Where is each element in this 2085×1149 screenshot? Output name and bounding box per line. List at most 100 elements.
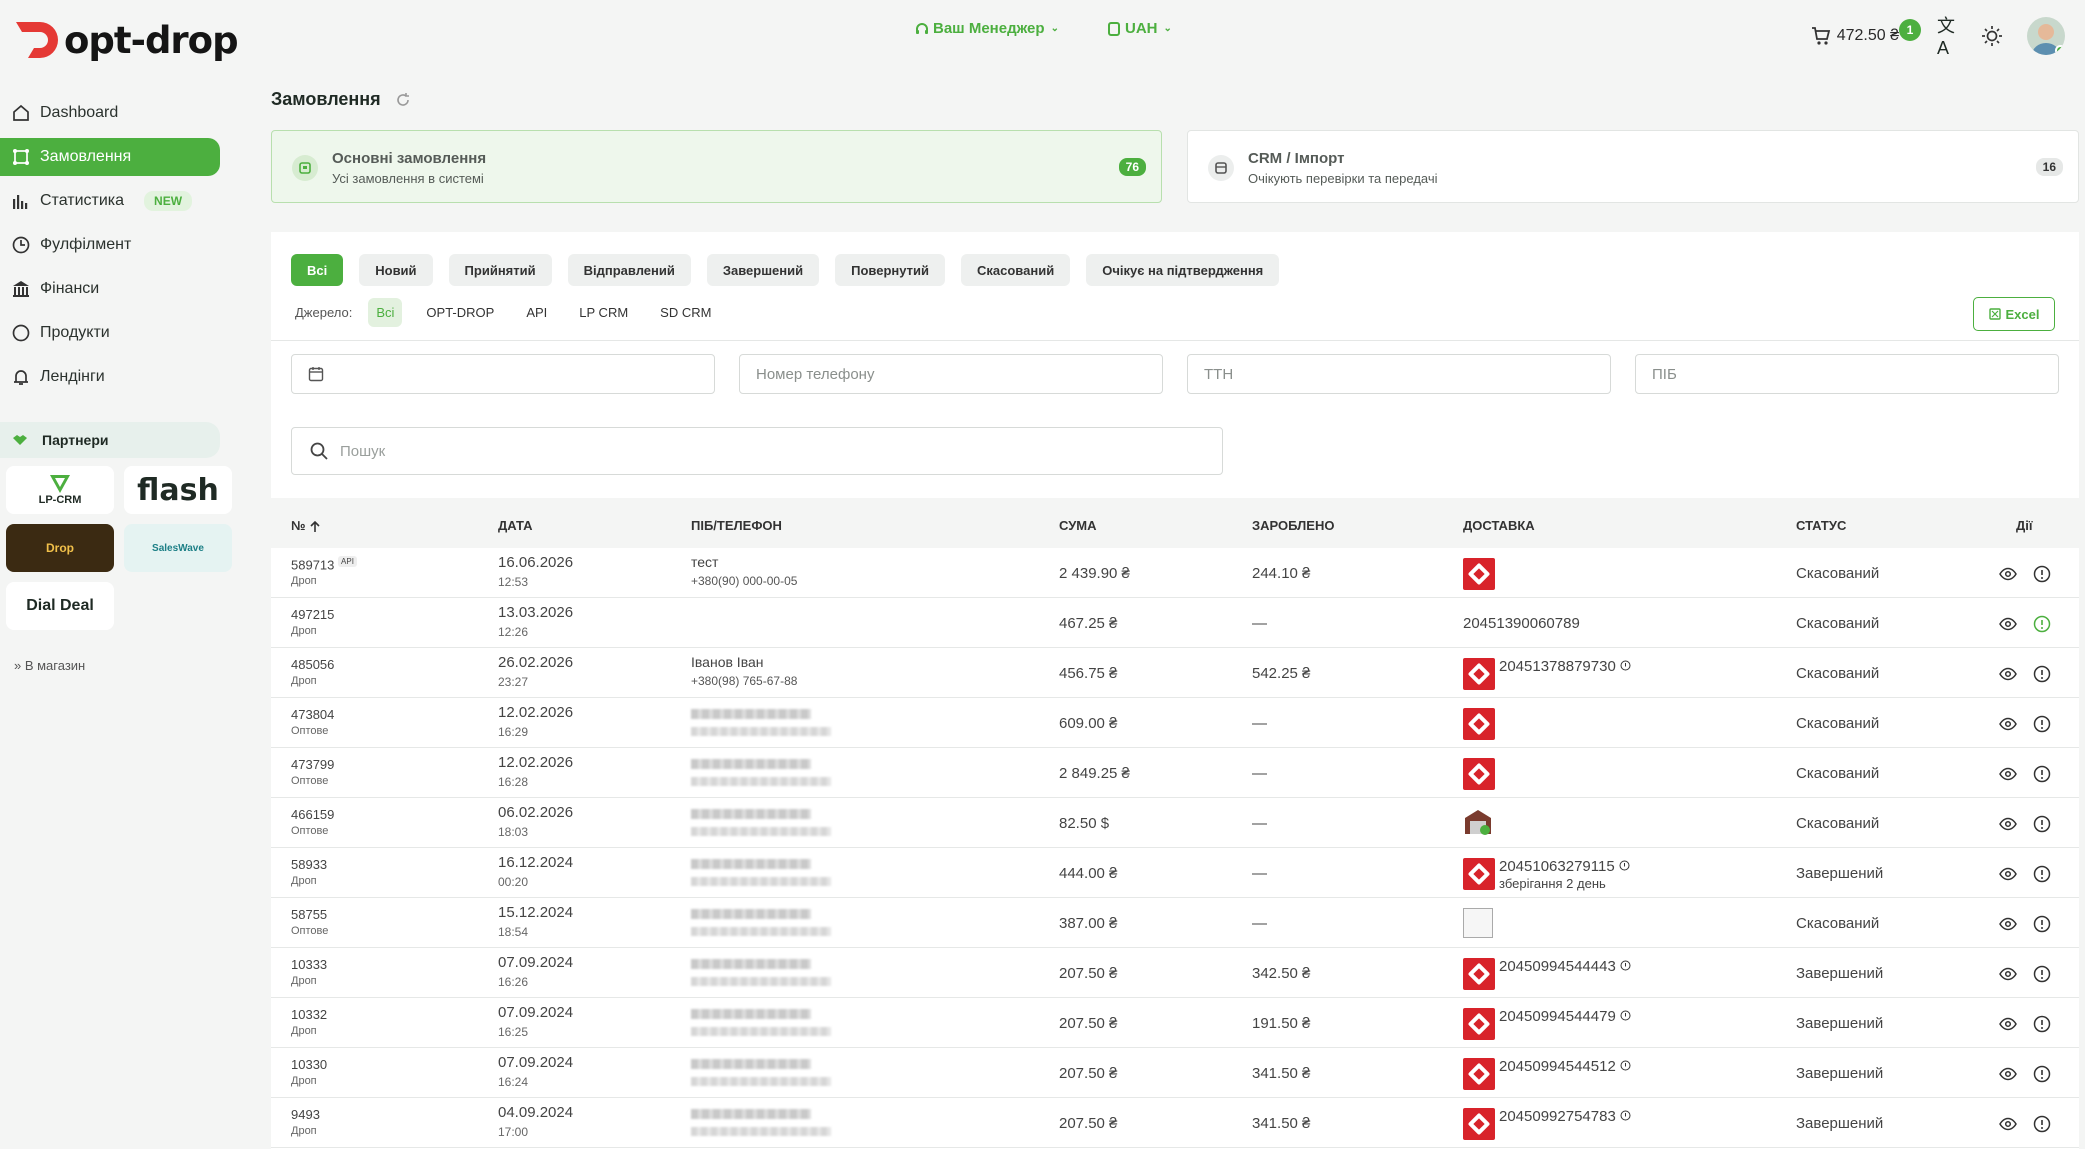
search-input[interactable]: Пошук (291, 427, 1223, 475)
manager-dropdown[interactable]: Ваш Менеджер ⌄ (915, 20, 1059, 37)
view-icon[interactable] (1999, 915, 2017, 937)
table-row[interactable]: 9493 Дроп 04.09.2024 17:00 207.50 ₴ 341.50 ₴ 2… (271, 1098, 2079, 1148)
ttn-number[interactable]: 20451390060789 (1463, 615, 1580, 632)
avatar[interactable] (2027, 16, 2065, 55)
partner-saleswave-logo[interactable]: SalesWave (124, 524, 232, 572)
ttn-number[interactable]: 20451063279115 (1499, 858, 1615, 875)
table-row[interactable]: 485056 Дроп 26.02.2026 23:27 Іванов Іван +380… (271, 648, 2079, 698)
info-icon[interactable] (2033, 965, 2051, 987)
source-api[interactable]: API (518, 298, 555, 327)
tab-all[interactable]: Всі (291, 254, 344, 286)
sidebar-item-statistics[interactable]: Статистика NEW (0, 182, 230, 220)
view-icon[interactable] (1999, 1115, 2017, 1137)
main-orders-card[interactable]: Основні замовлення Усі замовлення в сист… (271, 130, 1162, 203)
info-icon[interactable] (2033, 615, 2051, 637)
date-range-field[interactable] (291, 354, 715, 394)
cart-button[interactable]: 472.50 ₴ 1 (1811, 18, 1921, 46)
table-row[interactable]: 466159 Оптове 06.02.2026 18:03 82.50 $ — Скасо… (271, 798, 2079, 848)
col-num[interactable]: № (291, 518, 321, 533)
order-number[interactable]: 589713 (291, 557, 334, 572)
table-row[interactable]: 58933 Дроп 16.12.2024 00:20 444.00 ₴ — 2045106… (271, 848, 2079, 898)
tab-returned[interactable]: Повернутий (835, 254, 946, 286)
info-icon[interactable] (2033, 1115, 2051, 1137)
info-icon[interactable] (2033, 565, 2051, 587)
order-number[interactable]: 10333 (291, 957, 327, 972)
name-field[interactable]: ПІБ (1635, 354, 2059, 394)
theme-toggle-icon[interactable] (1981, 25, 2003, 47)
sidebar-item-finance[interactable]: Фінанси (0, 270, 230, 308)
sidebar-item-orders[interactable]: Замовлення (0, 138, 220, 176)
order-number[interactable]: 497215 (291, 607, 334, 622)
view-icon[interactable] (1999, 1015, 2017, 1037)
partners-section[interactable]: Партнери (0, 422, 220, 458)
table-row[interactable]: 10332 Дроп 07.09.2024 16:25 207.50 ₴ 191.50 ₴… (271, 998, 2079, 1048)
view-icon[interactable] (1999, 765, 2017, 787)
view-icon[interactable] (1999, 815, 2017, 837)
table-row[interactable]: 473799 Оптове 12.02.2026 16:28 2 849.25 ₴ — Ск… (271, 748, 2079, 798)
excel-export-button[interactable]: Excel (1973, 297, 2055, 331)
ttn-number[interactable]: 20450994544512 (1499, 1058, 1616, 1075)
ttn-field[interactable]: ТТН (1187, 354, 1611, 394)
partner-dial-deal-logo[interactable]: Dial Deal (6, 582, 114, 630)
table-row[interactable]: 58755 Оптове 15.12.2024 18:54 387.00 ₴ — Скасо… (271, 898, 2079, 948)
ttn-info-icon[interactable] (1619, 860, 1630, 871)
table-row[interactable]: 497215 Дроп 13.03.2026 12:26 467.25 ₴ — 204513… (271, 598, 2079, 648)
ttn-number[interactable]: 20450994544443 (1499, 958, 1616, 975)
partner-lp-crm-logo[interactable]: LP-CRM (6, 466, 114, 514)
info-icon[interactable] (2033, 715, 2051, 737)
order-number[interactable]: 485056 (291, 657, 334, 672)
order-number[interactable]: 10330 (291, 1057, 327, 1072)
table-row[interactable]: 473804 Оптове 12.02.2026 16:29 609.00 ₴ — Скас… (271, 698, 2079, 748)
ttn-info-icon[interactable] (1620, 660, 1631, 671)
sidebar-item-products[interactable]: Продукти (0, 314, 230, 352)
view-icon[interactable] (1999, 865, 2017, 887)
view-icon[interactable] (1999, 615, 2017, 637)
view-icon[interactable] (1999, 965, 2017, 987)
info-icon[interactable] (2033, 815, 2051, 837)
ttn-info-icon[interactable] (1620, 1110, 1631, 1121)
info-icon[interactable] (2033, 1065, 2051, 1087)
source-lp-crm[interactable]: LP CRM (571, 298, 636, 327)
info-icon[interactable] (2033, 665, 2051, 687)
sidebar-item-landings[interactable]: Лендінги (0, 358, 230, 396)
partner-drop-logo[interactable]: Drop (6, 524, 114, 572)
order-number[interactable]: 9493 (291, 1107, 320, 1122)
order-number[interactable]: 466159 (291, 807, 334, 822)
logo[interactable]: opt-drop (14, 18, 239, 62)
order-number[interactable]: 10332 (291, 1007, 327, 1022)
phone-field[interactable]: Номер телефону (739, 354, 1163, 394)
partner-flash-logo[interactable]: flash (124, 466, 232, 514)
tab-cancelled[interactable]: Скасований (961, 254, 1071, 286)
info-icon[interactable] (2033, 865, 2051, 887)
to-store-link[interactable]: » В магазин (14, 658, 240, 673)
source-opt-drop[interactable]: OPT-DROP (418, 298, 502, 327)
ttn-info-icon[interactable] (1620, 1010, 1631, 1021)
table-row[interactable]: 589713 API Дроп 16.06.2026 12:53 тест +380(90… (271, 548, 2079, 598)
tab-completed[interactable]: Завершений (706, 254, 820, 286)
tab-new[interactable]: Новий (359, 254, 433, 286)
tab-accepted[interactable]: Прийнятий (448, 254, 552, 286)
sidebar-item-dashboard[interactable]: Dashboard (0, 94, 230, 132)
view-icon[interactable] (1999, 665, 2017, 687)
ttn-info-icon[interactable] (1620, 960, 1631, 971)
view-icon[interactable] (1999, 565, 2017, 587)
ttn-number[interactable]: 20450994544479 (1499, 1008, 1616, 1025)
order-number[interactable]: 473799 (291, 757, 334, 772)
tab-sent[interactable]: Відправлений (567, 254, 691, 286)
tab-awaiting-confirmation[interactable]: Очікує на підтвердження (1086, 254, 1280, 286)
crm-import-card[interactable]: CRM / Імпорт Очікують перевірки та перед… (1187, 130, 2079, 203)
sidebar-item-fulfillment[interactable]: Фулфілмент (0, 226, 230, 264)
order-number[interactable]: 58755 (291, 907, 327, 922)
source-all[interactable]: Всі (368, 298, 403, 327)
ttn-info-icon[interactable] (1620, 1060, 1631, 1071)
table-row[interactable]: 10330 Дроп 07.09.2024 16:24 207.50 ₴ 341.50 ₴… (271, 1048, 2079, 1098)
table-row[interactable]: 10333 Дроп 07.09.2024 16:26 207.50 ₴ 342.50 ₴… (271, 948, 2079, 998)
source-sd-crm[interactable]: SD CRM (652, 298, 719, 327)
ttn-number[interactable]: 20450992754783 (1499, 1108, 1616, 1125)
info-icon[interactable] (2033, 1015, 2051, 1037)
info-icon[interactable] (2033, 915, 2051, 937)
refresh-icon[interactable] (395, 92, 411, 108)
translate-icon[interactable]: 文A (1937, 12, 1957, 59)
view-icon[interactable] (1999, 715, 2017, 737)
order-number[interactable]: 58933 (291, 857, 327, 872)
